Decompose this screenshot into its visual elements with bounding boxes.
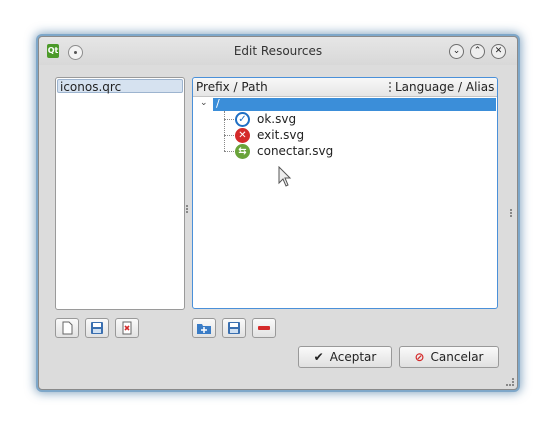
save-icon: [228, 322, 240, 334]
remove-file-button[interactable]: [115, 318, 139, 338]
mouse-pointer-icon: [278, 166, 292, 187]
splitter-handle[interactable]: [186, 205, 190, 213]
cancel-label: Cancelar: [430, 350, 484, 364]
resource-tree[interactable]: Prefix / Path Language / Alias ⌄ / ✓ ok.…: [192, 77, 498, 309]
minimize-button[interactable]: ⌄: [449, 44, 464, 59]
remove-button[interactable]: [252, 318, 276, 338]
column-language-alias[interactable]: Language / Alias: [395, 80, 495, 94]
minus-icon: [258, 326, 270, 330]
save-button[interactable]: [222, 318, 246, 338]
resource-files-list[interactable]: iconos.qrc: [55, 77, 185, 310]
accept-button[interactable]: ✔ Aceptar: [298, 346, 392, 368]
chevron-down-icon[interactable]: ⌄: [200, 98, 208, 108]
exit-x-icon: ✕: [235, 128, 250, 143]
new-file-button[interactable]: [55, 318, 79, 338]
cancel-icon: ⊘: [414, 350, 425, 364]
tree-branch-line: [224, 119, 234, 121]
ok-check-icon: ✓: [235, 112, 250, 127]
maximize-button[interactable]: ⌃: [470, 44, 485, 59]
prefix-label: /: [216, 97, 220, 110]
tree-branch-line: [224, 151, 234, 153]
remove-file-icon: [122, 321, 132, 335]
cancel-button[interactable]: ⊘ Cancelar: [399, 346, 499, 368]
list-item[interactable]: iconos.qrc: [57, 79, 183, 94]
close-button[interactable]: ✕: [491, 44, 506, 59]
column-separator[interactable]: [389, 82, 392, 92]
titlebar[interactable]: Qt Edit Resources ⌄ ⌃ ✕: [39, 37, 517, 65]
add-prefix-button[interactable]: [192, 318, 216, 338]
save-file-button[interactable]: [85, 318, 109, 338]
resize-grip[interactable]: [506, 378, 514, 386]
connect-icon: ⇆: [235, 144, 250, 159]
resize-handle[interactable]: [510, 209, 514, 217]
save-icon: [91, 322, 103, 334]
tree-root-prefix[interactable]: /: [213, 97, 496, 111]
tree-branch-line: [224, 135, 234, 137]
new-file-icon: [62, 321, 73, 335]
file-name: ok.svg: [257, 112, 297, 126]
add-folder-icon: [197, 324, 211, 334]
window-title: Edit Resources: [233, 44, 323, 58]
file-name: conectar.svg: [257, 144, 334, 158]
column-prefix-path[interactable]: Prefix / Path: [196, 80, 268, 94]
file-name: exit.svg: [257, 128, 305, 142]
tree-branch-line: [224, 111, 226, 151]
accept-label: Aceptar: [329, 350, 377, 364]
checkmark-icon: ✔: [313, 350, 324, 364]
edit-resources-dialog: Qt Edit Resources ⌄ ⌃ ✕ iconos.qrc Prefi…: [38, 36, 518, 390]
tree-header: Prefix / Path Language / Alias: [193, 78, 497, 97]
